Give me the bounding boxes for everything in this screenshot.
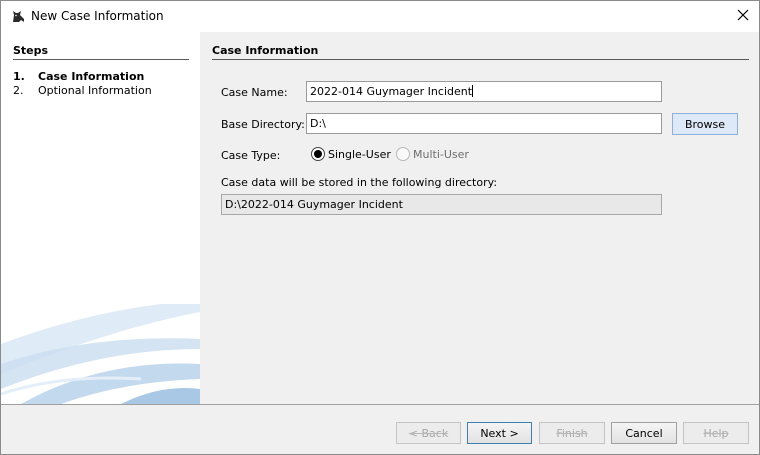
case-name-label: Case Name: bbox=[221, 86, 288, 99]
steps-header: Steps bbox=[13, 44, 49, 57]
cancel-button[interactable]: Cancel bbox=[611, 422, 677, 444]
step-number: 1. bbox=[13, 70, 25, 83]
finish-button[interactable]: Finish bbox=[539, 422, 605, 444]
steps-panel: Steps 1. Case Information 2. Optional In… bbox=[1, 32, 200, 404]
step-label: Optional Information bbox=[38, 84, 152, 97]
browse-label: Browse bbox=[684, 117, 726, 131]
new-case-dialog: New Case Information Steps 1. Case Infor… bbox=[0, 0, 760, 455]
next-button[interactable]: Next > bbox=[467, 422, 532, 444]
help-label: Help bbox=[703, 426, 729, 440]
decorative-swoosh-graphic bbox=[1, 304, 200, 404]
window-title: New Case Information bbox=[31, 9, 164, 23]
step-number: 2. bbox=[13, 84, 24, 97]
base-directory-label: Base Directory: bbox=[221, 118, 305, 131]
steps-divider bbox=[13, 59, 189, 60]
section-title: Case Information bbox=[212, 44, 319, 57]
back-label: < Back bbox=[408, 426, 449, 440]
section-divider bbox=[212, 59, 749, 60]
case-name-value: 2022-014 Guymager Incident bbox=[310, 85, 473, 98]
step-optional-information: 2. Optional Information bbox=[13, 84, 152, 97]
case-type-label: Case Type: bbox=[221, 149, 281, 162]
close-icon bbox=[737, 9, 749, 24]
single-user-radio[interactable]: Single-User bbox=[311, 147, 391, 161]
close-button[interactable] bbox=[729, 4, 757, 28]
multi-user-radio[interactable]: Multi-User bbox=[396, 147, 469, 161]
multi-user-label: Multi-User bbox=[413, 147, 469, 161]
single-user-label: Single-User bbox=[328, 147, 391, 161]
autopsy-dog-icon bbox=[12, 10, 25, 23]
finish-label: Finish bbox=[556, 426, 588, 440]
step-label: Case Information bbox=[38, 70, 145, 83]
title-bar: New Case Information bbox=[1, 1, 759, 32]
next-label: Next > bbox=[480, 426, 519, 440]
text-caret bbox=[472, 85, 474, 97]
browse-button[interactable]: Browse bbox=[672, 113, 738, 135]
cancel-label: Cancel bbox=[625, 426, 663, 440]
storage-path-value: D:\2022-014 Guymager Incident bbox=[225, 198, 403, 211]
storage-path-field: D:\2022-014 Guymager Incident bbox=[221, 194, 662, 215]
content-panel: Case Information Case Name: 2022-014 Guy… bbox=[200, 32, 759, 404]
back-button[interactable]: < Back bbox=[396, 422, 461, 444]
case-name-field[interactable]: 2022-014 Guymager Incident bbox=[306, 81, 662, 102]
base-directory-field[interactable]: D:\ bbox=[306, 113, 662, 134]
footer-divider bbox=[1, 404, 759, 405]
storage-note: Case data will be stored in the followin… bbox=[221, 176, 498, 189]
radio-indicator-unchecked bbox=[396, 147, 410, 161]
radio-indicator-checked bbox=[311, 147, 325, 161]
base-directory-value: D:\ bbox=[310, 117, 326, 130]
help-button[interactable]: Help bbox=[683, 422, 749, 444]
step-case-information: 1. Case Information bbox=[13, 70, 144, 83]
